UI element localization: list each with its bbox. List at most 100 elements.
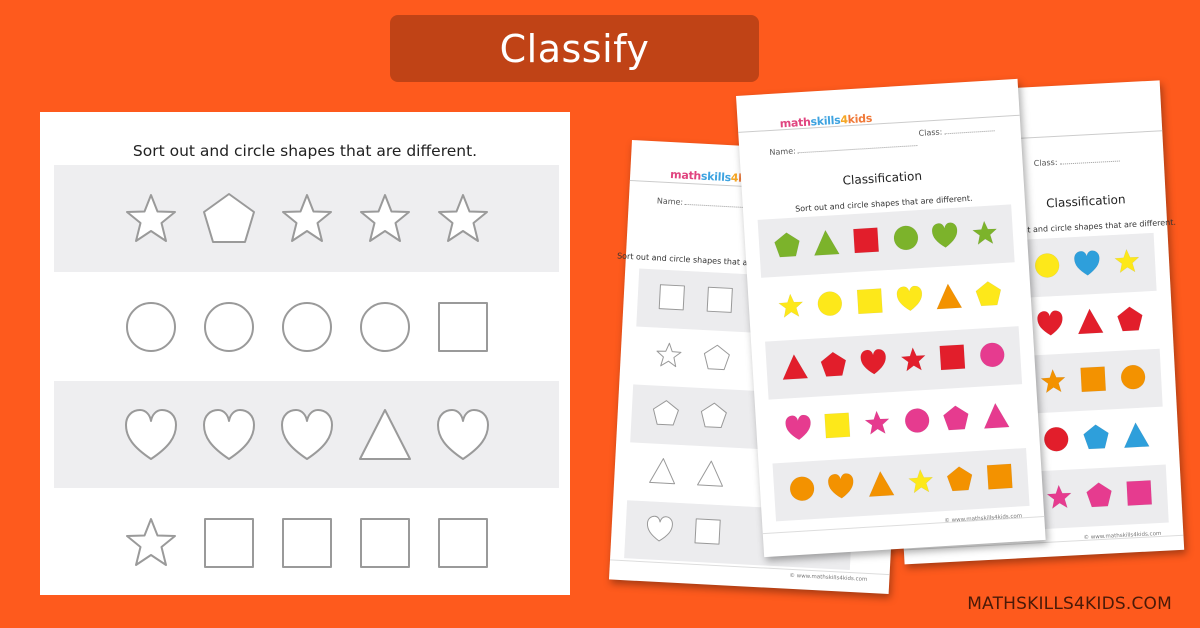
worksheet-preview-front: mathskills4kids Name: Class: Classificat… xyxy=(736,78,1046,558)
heart-icon xyxy=(646,515,673,542)
worksheet-instruction: Sort out and circle shapes that are diff… xyxy=(132,142,478,160)
pentagon-icon xyxy=(700,402,727,429)
shape-cell[interactable] xyxy=(346,297,424,357)
shape-cell xyxy=(816,289,846,323)
star-icon xyxy=(125,193,176,242)
shape-cell[interactable] xyxy=(112,405,190,465)
shape-cell xyxy=(942,403,972,437)
shape-cell xyxy=(1032,251,1062,284)
star-icon xyxy=(864,410,890,435)
worksheet-title: Classification xyxy=(842,168,923,188)
shape-cell xyxy=(772,230,802,264)
shape-row xyxy=(54,381,559,488)
star-icon xyxy=(908,469,933,494)
star-icon xyxy=(1114,249,1140,273)
star-icon xyxy=(900,347,926,372)
heart-icon xyxy=(896,285,922,312)
shape-cell[interactable] xyxy=(424,513,502,573)
triangle-icon xyxy=(358,408,411,460)
triangle-icon xyxy=(869,471,895,497)
heart-icon xyxy=(932,222,958,248)
shape-cell xyxy=(776,291,806,325)
shape-cell[interactable] xyxy=(424,189,502,249)
circle-icon xyxy=(1044,426,1069,452)
square-icon xyxy=(1126,480,1153,506)
shape-cell[interactable] xyxy=(190,513,268,573)
copyright: © www.mathskills4kids.com xyxy=(1083,530,1162,541)
shape-cell[interactable] xyxy=(112,297,190,357)
star-icon xyxy=(972,220,997,245)
shape-row xyxy=(1029,464,1169,530)
shape-cell xyxy=(906,467,936,501)
heart-icon xyxy=(828,473,854,499)
square-icon xyxy=(359,517,410,568)
shape-cell xyxy=(895,284,925,318)
shape-cell[interactable] xyxy=(268,405,346,465)
circle-icon xyxy=(789,476,815,501)
star-icon xyxy=(437,193,488,242)
shape-cell xyxy=(1112,247,1142,280)
copyright: © www.mathskills4kids.com xyxy=(789,572,868,583)
circle-icon xyxy=(281,301,332,352)
square-icon xyxy=(939,344,966,371)
pentagon-icon xyxy=(202,192,255,243)
circle-icon xyxy=(893,225,919,251)
shape-cell xyxy=(657,283,687,316)
pentagon-icon xyxy=(947,466,973,492)
shape-cell xyxy=(1118,362,1148,395)
square-icon xyxy=(658,284,685,311)
shape-cell xyxy=(648,456,678,489)
shape-cell xyxy=(696,459,726,492)
triangle-icon xyxy=(984,402,1010,429)
heart-icon xyxy=(860,349,887,375)
pentagon-icon xyxy=(1083,424,1109,450)
shape-cell[interactable] xyxy=(424,405,502,465)
shape-cell xyxy=(705,285,735,318)
shape-cell[interactable] xyxy=(112,513,190,573)
square-icon xyxy=(1080,366,1107,393)
shape-cell[interactable] xyxy=(346,513,424,573)
square-icon xyxy=(856,288,883,315)
shape-cell xyxy=(938,342,968,376)
page-title: Classify xyxy=(499,26,650,71)
shape-cell[interactable] xyxy=(346,405,424,465)
shape-cell xyxy=(891,223,921,257)
shape-cell[interactable] xyxy=(190,297,268,357)
shape-cell xyxy=(1042,425,1072,458)
shape-row xyxy=(1017,232,1157,298)
shape-cell[interactable] xyxy=(112,189,190,249)
shape-cell xyxy=(978,340,1008,374)
shape-row xyxy=(54,165,559,272)
heart-icon xyxy=(436,408,489,460)
shape-cell[interactable] xyxy=(268,297,346,357)
shape-cell xyxy=(859,347,889,381)
shape-cell xyxy=(1121,420,1151,453)
shape-cell xyxy=(902,406,932,440)
site-brand: MATHSKILLS4KIDS.COM xyxy=(967,594,1172,614)
shape-row xyxy=(1023,348,1163,414)
shape-cell xyxy=(866,469,896,503)
shape-cell xyxy=(863,408,893,442)
copyright: © www.mathskills4kids.com xyxy=(944,513,1023,525)
shape-cell xyxy=(985,462,1015,496)
star-icon xyxy=(281,193,332,242)
shape-row xyxy=(54,489,559,596)
star-icon xyxy=(778,293,803,318)
title-banner: Classify xyxy=(390,15,759,82)
star-icon xyxy=(359,193,410,242)
square-icon xyxy=(853,227,880,254)
triangle-icon xyxy=(697,460,724,487)
shape-row xyxy=(1027,407,1166,472)
shape-cell xyxy=(819,350,849,384)
shape-cell[interactable] xyxy=(190,189,268,249)
shape-cell[interactable] xyxy=(346,189,424,249)
circle-icon xyxy=(818,291,843,316)
shape-cell[interactable] xyxy=(268,513,346,573)
shape-cell[interactable] xyxy=(424,297,502,357)
shape-cell[interactable] xyxy=(190,405,268,465)
shape-cell[interactable] xyxy=(268,189,346,249)
circle-icon xyxy=(980,342,1005,368)
shape-cell xyxy=(654,341,684,374)
shape-cell xyxy=(1072,249,1102,282)
square-icon xyxy=(281,517,332,568)
